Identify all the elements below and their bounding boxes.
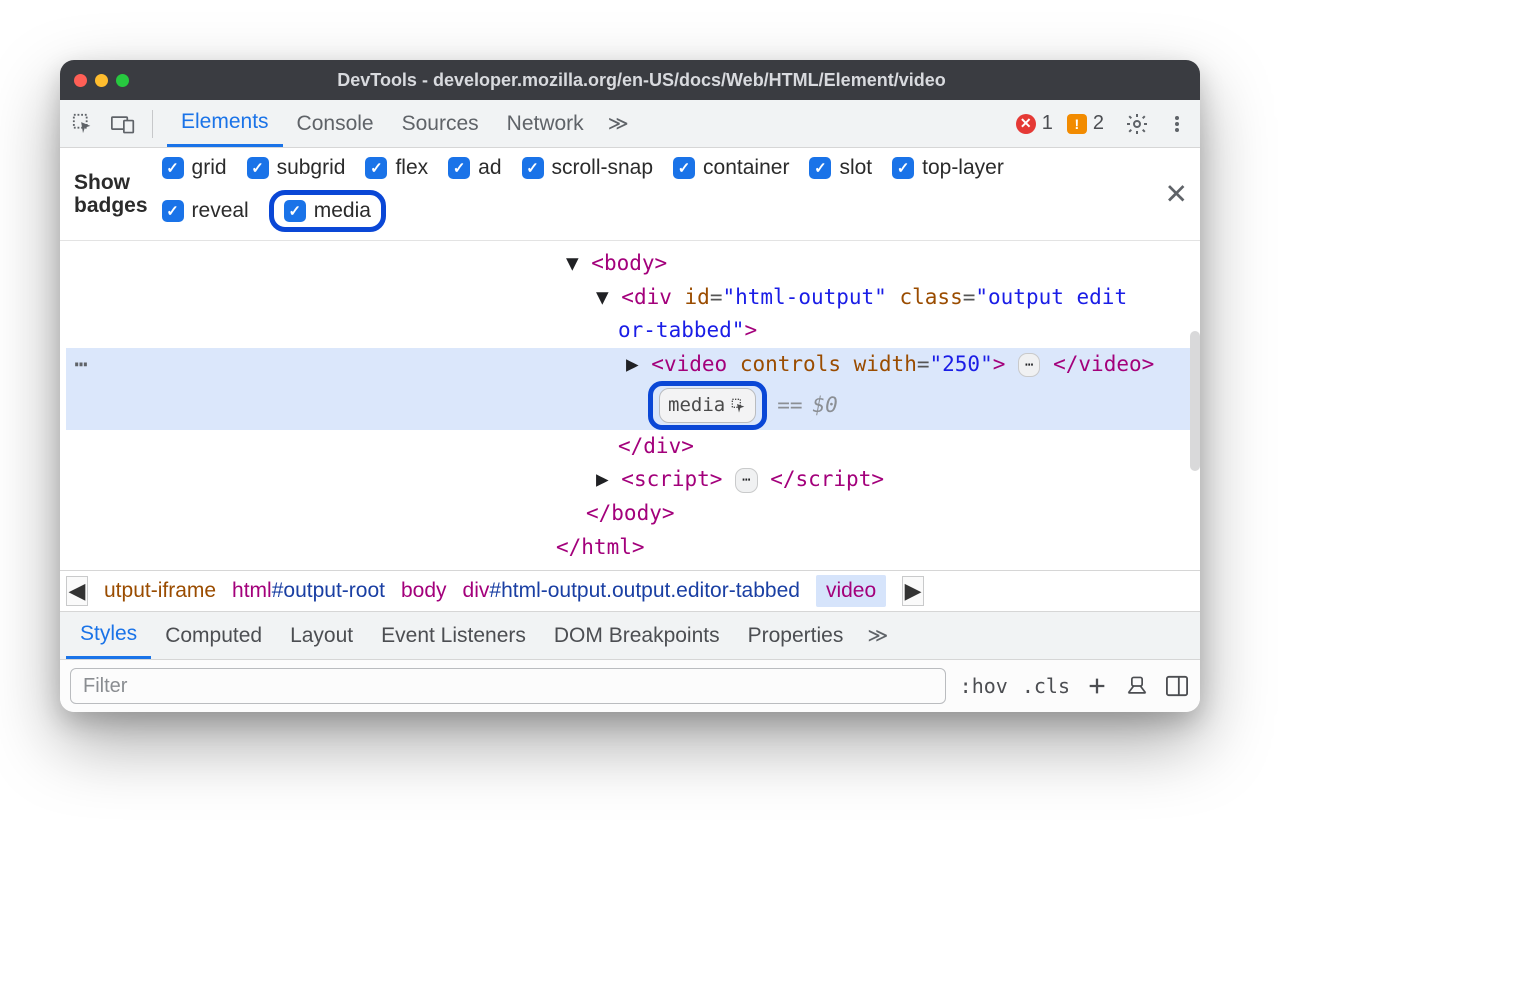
window-title: DevTools - developer.mozilla.org/en-US/d… (97, 70, 1186, 91)
badge-chk-top-layer[interactable]: ✓top-layer (892, 156, 1004, 180)
devtools-window: DevTools - developer.mozilla.org/en-US/d… (60, 60, 1200, 712)
dom-node-body[interactable]: ▼ <body> (66, 247, 1194, 281)
dom-node-body-close[interactable]: </body> (66, 497, 1194, 531)
badge-checkbox-group: ✓grid ✓subgrid ✓flex ✓ad ✓scroll-snap ✓c… (162, 156, 1022, 232)
computed-sidebar-toggle-icon[interactable] (1164, 673, 1190, 699)
crumb-scroll-left-icon[interactable]: ◀ (66, 576, 88, 606)
subtab-event-listeners[interactable]: Event Listeners (367, 614, 540, 658)
subtab-computed[interactable]: Computed (151, 614, 276, 658)
badge-settings-bar: Show badges ✓grid ✓subgrid ✓flex ✓ad ✓sc… (60, 148, 1200, 241)
badge-chk-media[interactable]: ✓media (269, 190, 386, 232)
settings-gear-icon[interactable] (1122, 109, 1152, 139)
badge-chk-container[interactable]: ✓container (673, 156, 789, 180)
more-tabs-icon[interactable]: ≫ (598, 111, 639, 136)
badge-chk-ad[interactable]: ✓ad (448, 156, 501, 180)
tab-network[interactable]: Network (493, 102, 598, 146)
styles-filter-input[interactable]: Filter (70, 668, 946, 704)
dom-node-div-wrap: or-tabbed"> (66, 314, 1194, 348)
toggle-hov-button[interactable]: :hov (960, 674, 1008, 698)
main-toolbar: Elements Console Sources Network ≫ ✕ 1 !… (60, 100, 1200, 148)
dom-node-video-badge-row: media == $0 (66, 381, 1194, 429)
console-issue-counters[interactable]: ✕ 1 ! 2 (1016, 112, 1112, 135)
subtab-styles[interactable]: Styles (66, 612, 151, 659)
more-options-icon[interactable] (1162, 109, 1192, 139)
crumb-html[interactable]: html#output-root (232, 579, 385, 603)
dom-breadcrumbs: ◀ utput-iframe html#output-root body div… (60, 570, 1200, 612)
badge-chk-scroll-snap[interactable]: ✓scroll-snap (522, 156, 654, 180)
warning-icon: ! (1067, 114, 1087, 134)
crumb-iframe[interactable]: utput-iframe (104, 579, 216, 603)
badge-settings-label: Show badges (74, 171, 148, 217)
dom-node-video-selected[interactable]: ⋯ ▶ <video controls width="250"> ⋯ </vid… (66, 348, 1194, 382)
device-toolbar-icon[interactable] (108, 109, 138, 139)
dom-node-div-close[interactable]: </div> (66, 430, 1194, 464)
error-count: 1 (1042, 112, 1053, 135)
media-badge-label: media (668, 390, 725, 420)
filter-placeholder: Filter (83, 675, 127, 698)
inspect-element-icon[interactable] (68, 109, 98, 139)
badge-chk-flex[interactable]: ✓flex (365, 156, 428, 180)
crumb-body[interactable]: body (401, 579, 447, 603)
equals-indicator: == (777, 389, 802, 423)
inspect-icon (731, 398, 747, 414)
styles-subpanel-tabs: Styles Computed Layout Event Listeners D… (60, 612, 1200, 660)
subtab-more-icon[interactable]: ≫ (857, 623, 898, 648)
badge-chk-subgrid[interactable]: ✓subgrid (247, 156, 346, 180)
tab-sources[interactable]: Sources (388, 102, 493, 146)
subtab-properties[interactable]: Properties (734, 614, 858, 658)
window-titlebar: DevTools - developer.mozilla.org/en-US/d… (60, 60, 1200, 100)
scrollbar-thumb[interactable] (1190, 331, 1200, 471)
subtab-layout[interactable]: Layout (276, 614, 367, 658)
badge-chk-slot[interactable]: ✓slot (809, 156, 872, 180)
crumb-div[interactable]: div#html-output.output.editor-tabbed (463, 579, 800, 603)
crumb-scroll-right-icon[interactable]: ▶ (902, 576, 924, 606)
rendering-emulations-icon[interactable] (1124, 673, 1150, 699)
toggle-cls-button[interactable]: .cls (1022, 674, 1070, 698)
close-badge-bar-icon[interactable]: ✕ (1165, 178, 1188, 211)
dom-tree[interactable]: ▼ <body> ▼ <div id="html-output" class="… (60, 241, 1200, 570)
tab-elements[interactable]: Elements (167, 100, 283, 147)
media-badge-highlight[interactable]: media (648, 381, 767, 429)
warning-count: 2 (1093, 112, 1104, 135)
error-icon: ✕ (1016, 114, 1036, 134)
badge-chk-grid[interactable]: ✓grid (162, 156, 227, 180)
tab-console[interactable]: Console (283, 102, 388, 146)
dom-node-div[interactable]: ▼ <div id="html-output" class="output ed… (66, 281, 1194, 315)
panel-tabs: Elements Console Sources Network ≫ (167, 100, 639, 147)
crumb-video[interactable]: video (816, 575, 886, 607)
dom-node-html-close[interactable]: </html> (66, 531, 1194, 565)
styles-filter-bar: Filter :hov .cls (60, 660, 1200, 712)
dom-node-script[interactable]: ▶ <script> ⋯ </script> (66, 463, 1194, 497)
new-style-rule-icon[interactable] (1084, 673, 1110, 699)
close-window-icon[interactable] (74, 74, 87, 87)
badge-chk-reveal[interactable]: ✓reveal (162, 199, 249, 223)
subtab-dom-breakpoints[interactable]: DOM Breakpoints (540, 614, 734, 658)
dollar-zero-indicator: $0 (813, 389, 838, 423)
